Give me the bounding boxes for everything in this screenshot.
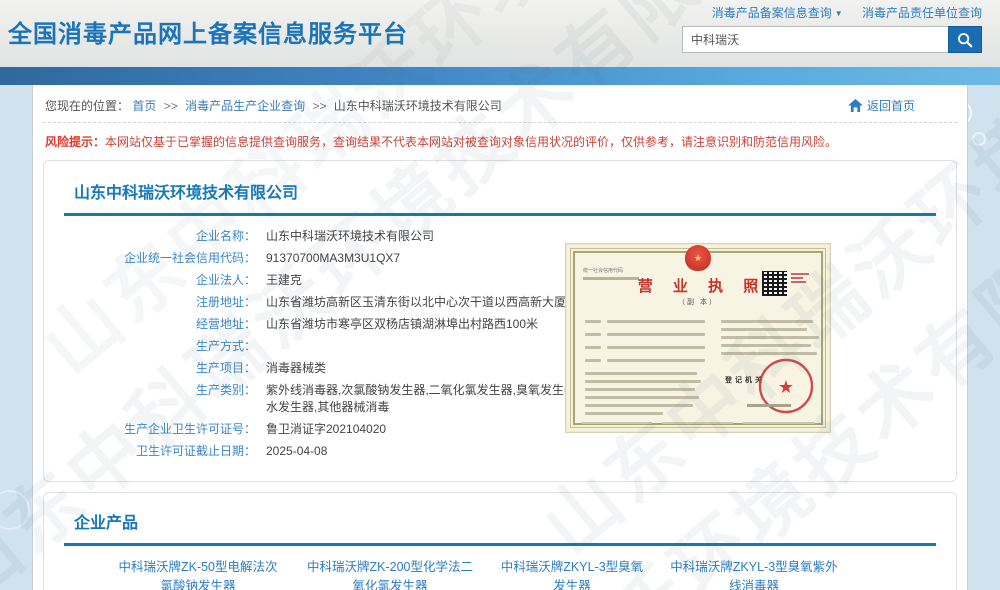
section-divider: [64, 213, 936, 216]
business-license-image: 统一社会信用代码 ★ 营 业 执 照 （副 本）: [565, 243, 831, 433]
search-icon: [956, 31, 974, 49]
product-link[interactable]: 中科瑞沃牌ZKYL-3型臭氧发生器: [498, 558, 646, 590]
field-label: 企业法人：: [64, 272, 256, 289]
risk-notice-label: 风险提示：: [45, 135, 105, 149]
breadcrumb-row: 您现在的位置： 首页 >> 消毒产品生产企业查询 >> 山东中科瑞沃环境技术有限…: [43, 91, 957, 123]
product-link[interactable]: 中科瑞沃牌ZK-50型电解法次氯酸钠发生器: [114, 558, 282, 590]
field-value: 91370700MA3M3U1QX7: [266, 250, 400, 267]
license-date-bar: [747, 404, 791, 407]
license-subtitle: （副 本）: [575, 297, 821, 307]
chevron-down-icon: ▼: [835, 9, 843, 18]
field-label: 经营地址：: [64, 316, 256, 333]
search-button[interactable]: [948, 26, 982, 53]
nav-link-unit-query[interactable]: 消毒产品责任单位查询: [862, 6, 982, 20]
breadcrumb-separator: >>: [312, 99, 326, 113]
svg-text:★: ★: [778, 377, 794, 397]
license-footnote-bars: [581, 417, 815, 429]
breadcrumb: 您现在的位置： 首页 >> 消毒产品生产企业查询 >> 山东中科瑞沃环境技术有限…: [45, 97, 502, 114]
field-label: 注册地址：: [64, 294, 256, 311]
header-divider-bar: [0, 67, 1000, 85]
risk-notice: 风险提示：本网站仅基于已掌握的信息提供查询服务，查询结果不代表本网站对被查询对象…: [43, 123, 957, 158]
breadcrumb-home[interactable]: 首页: [132, 99, 156, 113]
return-home-label: 返回首页: [867, 97, 915, 114]
search-bar: [682, 26, 982, 53]
qr-code: [762, 271, 787, 296]
field-value: 紫外线消毒器,次氯酸钠发生器,二氧化氯发生器,臭氧发生器、臭氧水发生器,其他器械…: [266, 382, 614, 416]
field-label: 卫生许可证截止日期：: [64, 443, 256, 460]
qr-side-text: [791, 271, 809, 285]
product-link[interactable]: 中科瑞沃牌ZKYL-3型臭氧紫外线消毒器: [670, 558, 838, 590]
field-label: 生产方式：: [64, 338, 256, 355]
license-left-column: [585, 315, 705, 420]
field-value: 鲁卫消证字202104020: [266, 421, 386, 438]
field-value: 山东省潍坊高新区玉清东街以北中心次干道以西高新大厦502房间: [266, 294, 610, 311]
field-label: 生产项目：: [64, 360, 256, 377]
field-value: 2025-04-08: [266, 443, 327, 460]
content-wrapper: 您现在的位置： 首页 >> 消毒产品生产企业查询 >> 山东中科瑞沃环境技术有限…: [32, 85, 968, 590]
breadcrumb-prefix: 您现在的位置：: [45, 99, 129, 113]
company-title: 山东中科瑞沃环境技术有限公司: [74, 179, 938, 203]
field-value: 消毒器械类: [266, 360, 326, 377]
nav-link-record-query[interactable]: 消毒产品备案信息查询▼: [712, 6, 843, 20]
field-value: 王建克: [266, 272, 302, 289]
header-tools: 消毒产品备案信息查询▼ 消毒产品责任单位查询: [682, 4, 982, 53]
products-card: 企业产品 中科瑞沃牌ZK-50型电解法次氯酸钠发生器 中科瑞沃牌ZK-200型化…: [43, 492, 957, 590]
site-title: 全国消毒产品网上备案信息服务平台: [8, 14, 408, 49]
license-frame: 统一社会信用代码 ★ 营 业 执 照 （副 本）: [573, 251, 823, 425]
molecule-decor-icon: [0, 490, 30, 530]
field-label: 生产企业卫生许可证号：: [64, 421, 256, 438]
field-value: 山东中科瑞沃环境技术有限公司: [266, 228, 434, 245]
field-value: 山东省潍坊市寒亭区双杨店镇湖淋埠出村路西100米: [266, 316, 538, 333]
license-code-label: 统一社会信用代码: [583, 267, 623, 275]
risk-notice-text: 本网站仅基于已掌握的信息提供查询服务，查询结果不代表本网站对被查询对象信用状况的…: [105, 135, 837, 149]
products-title: 企业产品: [74, 509, 938, 533]
field-label: 生产类别：: [64, 382, 256, 416]
field-label: 企业名称：: [64, 228, 256, 245]
molecule-decor-icon: [972, 132, 986, 146]
product-list: 中科瑞沃牌ZK-50型电解法次氯酸钠发生器 中科瑞沃牌ZK-200型化学法二氧化…: [62, 558, 938, 590]
breadcrumb-category[interactable]: 消毒产品生产企业查询: [185, 99, 305, 113]
return-home-link[interactable]: 返回首页: [848, 97, 915, 114]
product-link[interactable]: 中科瑞沃牌ZK-200型化学法二氧化氯发生器: [306, 558, 474, 590]
breadcrumb-separator: >>: [164, 99, 178, 113]
company-card: 山东中科瑞沃环境技术有限公司 企业名称： 山东中科瑞沃环境技术有限公司 企业统一…: [43, 160, 957, 482]
top-nav: 消毒产品备案信息查询▼ 消毒产品责任单位查询: [682, 4, 982, 21]
breadcrumb-current: 山东中科瑞沃环境技术有限公司: [334, 99, 502, 113]
field-row-license-expiry: 卫生许可证截止日期： 2025-04-08: [64, 443, 938, 460]
home-icon: [848, 99, 863, 112]
field-label: 企业统一社会信用代码：: [64, 250, 256, 267]
national-emblem-icon: ★: [685, 245, 711, 271]
site-header: 全国消毒产品网上备案信息服务平台 消毒产品备案信息查询▼ 消毒产品责任单位查询: [0, 0, 1000, 67]
section-divider: [64, 543, 936, 546]
search-input[interactable]: [682, 26, 948, 53]
license-right-column: [721, 315, 825, 360]
